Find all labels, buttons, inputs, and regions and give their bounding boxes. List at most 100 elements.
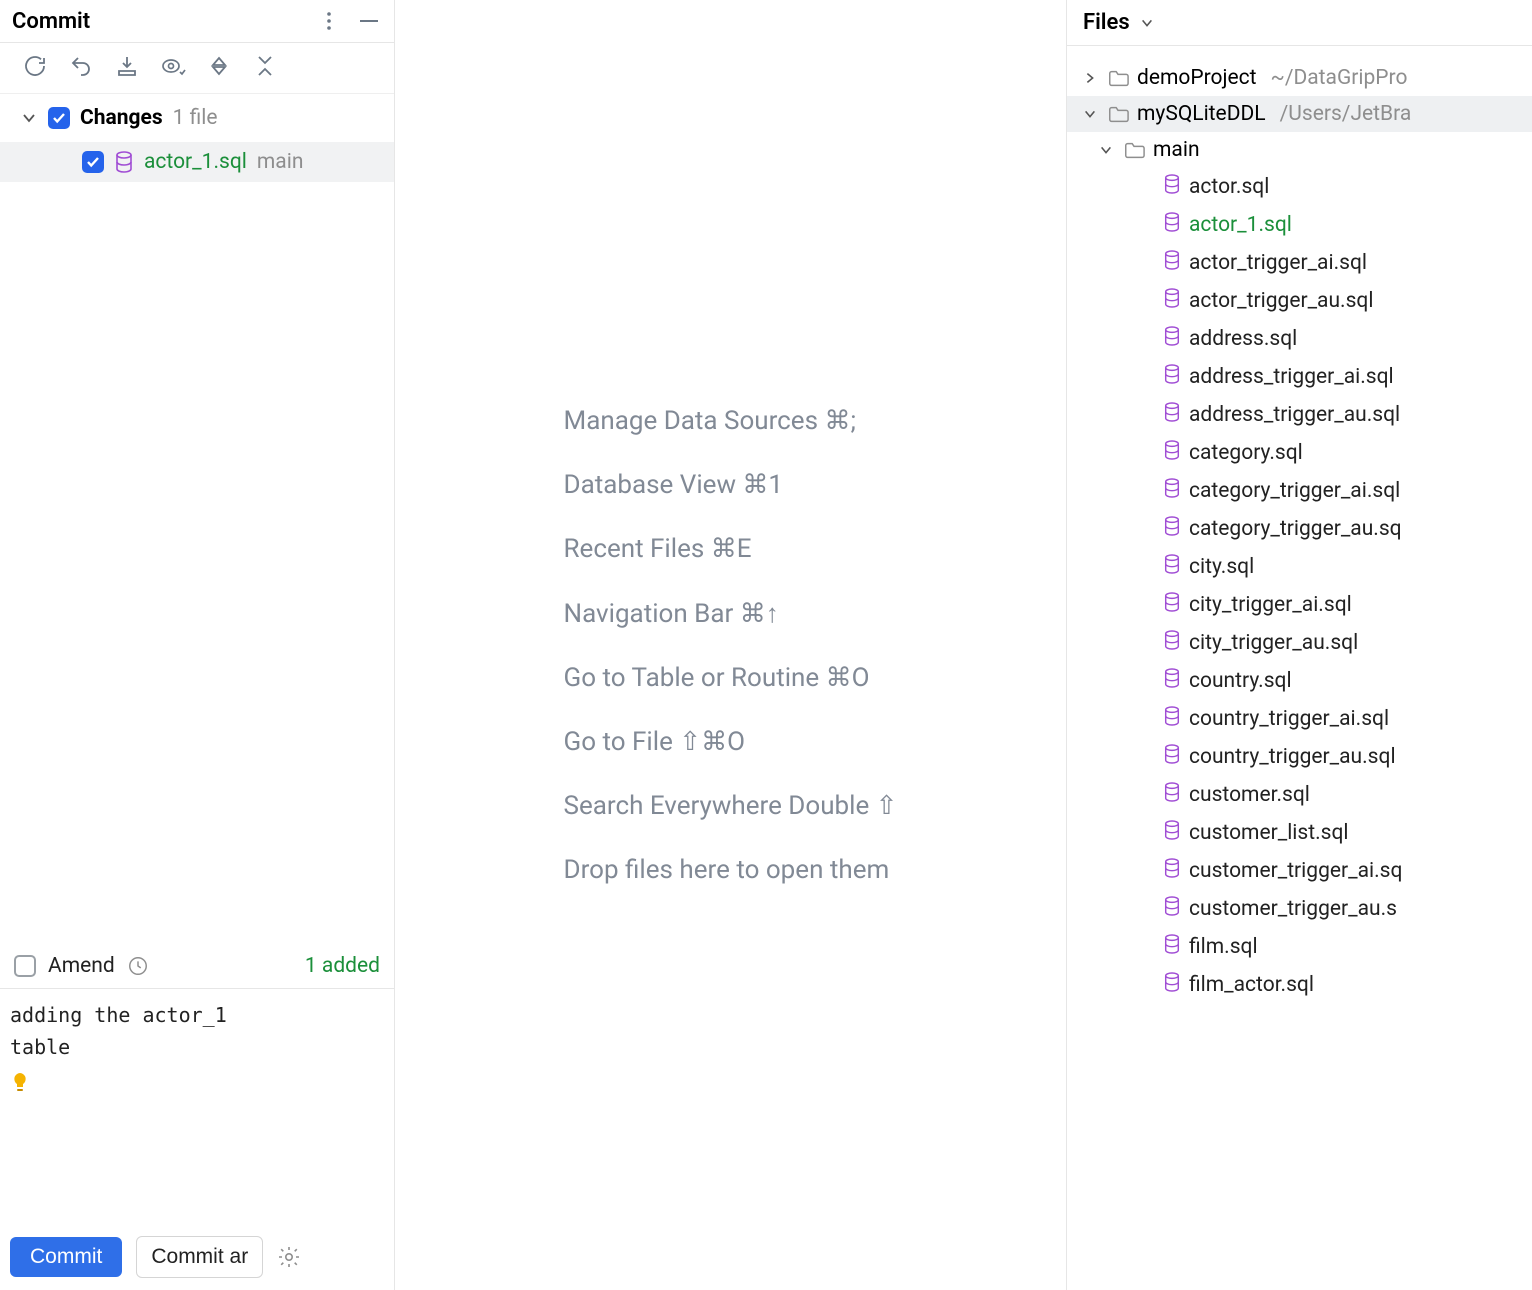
file-row[interactable]: country_trigger_ai.sql	[1067, 700, 1532, 738]
database-file-icon	[1163, 592, 1181, 618]
file-row[interactable]: film_actor.sql	[1067, 966, 1532, 1004]
file-name: actor_trigger_au.sql	[1189, 289, 1373, 313]
file-row[interactable]: customer_trigger_au.s	[1067, 890, 1532, 928]
file-row[interactable]: actor_trigger_ai.sql	[1067, 244, 1532, 282]
files-panel-header[interactable]: Files	[1067, 0, 1532, 46]
project-path: /Users/JetBra	[1274, 102, 1412, 126]
collapse-icon[interactable]	[252, 53, 278, 79]
database-file-icon	[1163, 934, 1181, 960]
database-file-icon	[1163, 174, 1181, 200]
rollback-icon[interactable]	[68, 53, 94, 79]
file-row[interactable]: country.sql	[1067, 662, 1532, 700]
database-file-icon	[1163, 440, 1181, 466]
project-path: ~/DataGripPro	[1265, 66, 1408, 90]
amend-checkbox[interactable]	[14, 955, 36, 977]
database-file-icon	[1163, 288, 1181, 314]
database-file-icon	[1163, 630, 1181, 656]
files-panel-title: Files	[1083, 10, 1130, 35]
file-name: customer_trigger_au.s	[1189, 897, 1397, 921]
database-file-icon	[1163, 820, 1181, 846]
chevron-down-icon[interactable]	[1081, 105, 1099, 123]
commit-button[interactable]: Commit	[10, 1237, 122, 1277]
project-name: mySQLiteDDL	[1137, 102, 1266, 126]
folder-name: main	[1153, 138, 1200, 162]
database-file-icon	[1163, 972, 1181, 998]
diff-icon[interactable]	[160, 53, 186, 79]
refresh-icon[interactable]	[22, 53, 48, 79]
intention-bulb-icon[interactable]	[10, 1071, 30, 1095]
file-row[interactable]: category_trigger_ai.sql	[1067, 472, 1532, 510]
database-file-icon	[1163, 896, 1181, 922]
file-name: country_trigger_ai.sql	[1189, 707, 1389, 731]
commit-and-push-label: Commit ar	[151, 1245, 248, 1269]
database-file-icon	[1163, 364, 1181, 390]
chevron-down-icon[interactable]	[20, 109, 38, 127]
database-file-icon	[1163, 782, 1181, 808]
changed-file-row[interactable]: actor_1.sql main	[0, 142, 394, 182]
chevron-down-icon[interactable]	[1138, 14, 1156, 32]
file-row[interactable]: city_trigger_au.sql	[1067, 624, 1532, 662]
file-row[interactable]: category_trigger_au.sq	[1067, 510, 1532, 548]
chevron-right-icon[interactable]	[1081, 69, 1099, 87]
file-name: customer_trigger_ai.sq	[1189, 859, 1402, 883]
project-name: demoProject	[1137, 66, 1257, 90]
amend-label: Amend	[48, 954, 115, 978]
file-row[interactable]: address_trigger_ai.sql	[1067, 358, 1532, 396]
file-row[interactable]: customer_list.sql	[1067, 814, 1532, 852]
files-tree[interactable]: demoProject ~/DataGripPro mySQLiteDDL/User…	[1067, 46, 1532, 1004]
file-name: city_trigger_ai.sql	[1189, 593, 1352, 617]
amend-row: Amend 1 added	[0, 944, 394, 988]
file-name: customer_list.sql	[1189, 821, 1349, 845]
file-row[interactable]: address.sql	[1067, 320, 1532, 358]
folder-icon	[1107, 68, 1129, 88]
commit-and-push-button[interactable]: Commit ar	[136, 1236, 263, 1278]
changelist-icon[interactable]	[206, 53, 232, 79]
files-panel: Files demoProject ~/DataGripPro mySQLiteDD…	[1067, 0, 1532, 1290]
commit-panel-title: Commit	[12, 9, 90, 34]
folder-row[interactable]: main	[1067, 132, 1532, 168]
editor-empty-state[interactable]: Manage Data Sources ⌘;Database View ⌘1Re…	[395, 0, 1067, 1290]
history-icon[interactable]	[127, 955, 149, 977]
file-row[interactable]: film.sql	[1067, 928, 1532, 966]
commit-message-text[interactable]: adding the actor_1 table	[10, 999, 386, 1063]
file-row[interactable]: actor_trigger_au.sql	[1067, 282, 1532, 320]
editor-hints-list: Manage Data Sources ⌘;Database View ⌘1Re…	[524, 406, 938, 885]
project-row[interactable]: mySQLiteDDL/Users/JetBra	[1067, 96, 1532, 132]
commit-message-area[interactable]: adding the actor_1 table	[0, 988, 394, 1228]
more-options-icon[interactable]	[316, 8, 342, 34]
commit-panel-header-actions	[316, 8, 382, 34]
file-row[interactable]: category.sql	[1067, 434, 1532, 472]
file-name: address_trigger_ai.sql	[1189, 365, 1394, 389]
chevron-down-icon[interactable]	[1097, 141, 1115, 159]
added-stat: 1 added	[305, 954, 380, 978]
database-file-icon	[1163, 402, 1181, 428]
changed-file-name: actor_1.sql	[144, 150, 247, 174]
database-file-icon	[1163, 858, 1181, 884]
file-row[interactable]: customer.sql	[1067, 776, 1532, 814]
folder-icon	[1107, 104, 1129, 124]
file-row[interactable]: city_trigger_ai.sql	[1067, 586, 1532, 624]
file-checkbox[interactable]	[82, 151, 104, 173]
commit-options-gear-icon[interactable]	[277, 1245, 301, 1269]
file-name: customer.sql	[1189, 783, 1310, 807]
changed-file-branch: main	[257, 150, 304, 174]
database-file-icon	[1163, 250, 1181, 276]
minimize-icon[interactable]	[356, 8, 382, 34]
changes-checkbox[interactable]	[48, 107, 70, 129]
shelve-icon[interactable]	[114, 53, 140, 79]
file-row[interactable]: customer_trigger_ai.sq	[1067, 852, 1532, 890]
file-row[interactable]: country_trigger_au.sql	[1067, 738, 1532, 776]
file-row[interactable]: address_trigger_au.sql	[1067, 396, 1532, 434]
file-row[interactable]: actor_1.sql	[1067, 206, 1532, 244]
file-name: actor.sql	[1189, 175, 1269, 199]
changes-label: Changes	[80, 106, 163, 130]
file-row[interactable]: city.sql	[1067, 548, 1532, 586]
project-row[interactable]: demoProject ~/DataGripPro	[1067, 60, 1532, 96]
file-row[interactable]: actor.sql	[1067, 168, 1532, 206]
changes-group-row[interactable]: Changes 1 file	[0, 94, 394, 142]
commit-toolbar	[0, 43, 394, 94]
database-file-icon	[1163, 478, 1181, 504]
editor-hint: Navigation Bar ⌘↑	[564, 598, 898, 629]
commit-panel: Commit	[0, 0, 395, 1290]
changes-count: 1 file	[173, 106, 218, 130]
